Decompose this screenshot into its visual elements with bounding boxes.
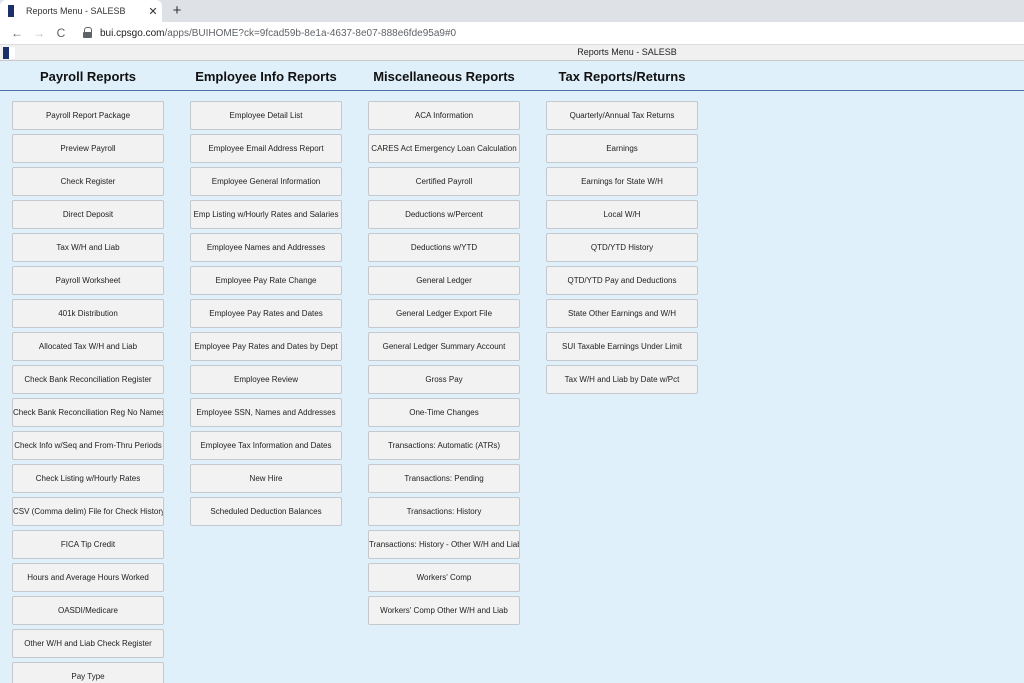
app-titlebar: Reports Menu - SALESB (0, 45, 1024, 61)
forward-arrow-icon[interactable]: → (28, 26, 50, 40)
tab-title: Reports Menu - SALESB (26, 6, 126, 16)
tax-reports-returns-column: Quarterly/Annual Tax Returns Earnings Earn… (546, 101, 698, 398)
url-field[interactable]: bui.cpsgo.com/apps/BUIHOME?ck=9fcad59b-8… (100, 28, 456, 39)
report-button[interactable]: Employee Pay Rates and Dates by Dept (190, 332, 342, 361)
report-button[interactable]: Employee Pay Rates and Dates (190, 299, 342, 328)
report-button[interactable]: Workers' Comp (368, 563, 520, 592)
report-button[interactable]: General Ledger Export File (368, 299, 520, 328)
report-button[interactable]: Employee Review (190, 365, 342, 394)
report-button[interactable]: Transactions: History - Other W/H and Li… (368, 530, 520, 559)
report-button[interactable]: Employee SSN, Names and Addresses (190, 398, 342, 427)
report-button[interactable]: FICA Tip Credit (12, 530, 164, 559)
report-button[interactable]: Tax W/H and Liab (12, 233, 164, 262)
report-button[interactable]: Direct Deposit (12, 200, 164, 229)
report-button[interactable]: Emp Listing w/Hourly Rates and Salaries (190, 200, 342, 229)
report-button[interactable]: Transactions: Automatic (ATRs) (368, 431, 520, 460)
report-button[interactable]: Allocated Tax W/H and Liab (12, 332, 164, 361)
report-button[interactable]: CARES Act Emergency Loan Calculation (368, 134, 520, 163)
close-tab-icon[interactable]: ✕ (144, 5, 162, 18)
report-button[interactable]: Other W/H and Liab Check Register (12, 629, 164, 658)
url-path: /apps/BUIHOME?ck=9fcad59b-8e1a-4637-8e07… (164, 27, 457, 39)
app-favicon-icon (8, 5, 20, 17)
back-arrow-icon[interactable]: ← (6, 26, 28, 40)
new-tab-button[interactable]: + (168, 2, 186, 19)
report-button[interactable]: Preview Payroll (12, 134, 164, 163)
employee-info-reports-column: Employee Detail List Employee Email Addre… (190, 101, 342, 530)
report-button[interactable]: SUI Taxable Earnings Under Limit (546, 332, 698, 361)
report-button[interactable]: Employee Detail List (190, 101, 342, 130)
report-button[interactable]: QTD/YTD History (546, 233, 698, 262)
report-button[interactable]: Employee Names and Addresses (190, 233, 342, 262)
report-button[interactable]: OASDI/Medicare (12, 596, 164, 625)
report-button[interactable]: 401k Distribution (12, 299, 164, 328)
report-button[interactable]: CSV (Comma delim) File for Check History (12, 497, 164, 526)
report-button[interactable]: QTD/YTD Pay and Deductions (546, 266, 698, 295)
lock-icon[interactable] (82, 27, 94, 39)
payroll-reports-column: Payroll Report Package Preview Payroll Che… (12, 101, 164, 683)
report-button[interactable]: Employee Pay Rate Change (190, 266, 342, 295)
address-bar: ← → C bui.cpsgo.com/apps/BUIHOME?ck=9fca… (0, 22, 1024, 45)
report-button[interactable]: Hours and Average Hours Worked (12, 563, 164, 592)
report-button[interactable]: Check Listing w/Hourly Rates (12, 464, 164, 493)
reports-menu: Payroll Reports Employee Info Reports Mi… (0, 61, 1024, 683)
heading-miscellaneous-reports: Miscellaneous Reports (373, 69, 515, 84)
report-button[interactable]: Check Bank Reconciliation Reg No Names (12, 398, 164, 427)
report-button[interactable]: Earnings (546, 134, 698, 163)
url-host: bui.cpsgo.com (100, 27, 165, 39)
app-title: Reports Menu - SALESB (577, 47, 677, 57)
report-button[interactable]: Local W/H (546, 200, 698, 229)
report-button[interactable]: Payroll Worksheet (12, 266, 164, 295)
report-button[interactable]: Employee Email Address Report (190, 134, 342, 163)
report-button[interactable]: New Hire (190, 464, 342, 493)
report-button[interactable]: Deductions w/Percent (368, 200, 520, 229)
report-button[interactable]: State Other Earnings and W/H (546, 299, 698, 328)
heading-employee-info-reports: Employee Info Reports (195, 69, 337, 84)
report-button[interactable]: Check Bank Reconciliation Register (12, 365, 164, 394)
report-button[interactable]: One-Time Changes (368, 398, 520, 427)
report-button[interactable]: Employee General Information (190, 167, 342, 196)
report-button[interactable]: Scheduled Deduction Balances (190, 497, 342, 526)
report-button[interactable]: Transactions: Pending (368, 464, 520, 493)
browser-tab[interactable]: Reports Menu - SALESB ✕ (0, 0, 162, 22)
report-button[interactable]: Check Register (12, 167, 164, 196)
miscellaneous-reports-column: ACA Information CARES Act Emergency Loan … (368, 101, 520, 629)
report-button[interactable]: Deductions w/YTD (368, 233, 520, 262)
report-button[interactable]: Check Info w/Seq and From-Thru Periods (12, 431, 164, 460)
column-headings: Payroll Reports Employee Info Reports Mi… (0, 69, 1024, 91)
report-button[interactable]: General Ledger Summary Account (368, 332, 520, 361)
report-button[interactable]: Employee Tax Information and Dates (190, 431, 342, 460)
report-button[interactable]: Transactions: History (368, 497, 520, 526)
reload-icon[interactable]: C (50, 26, 72, 40)
report-button[interactable]: Quarterly/Annual Tax Returns (546, 101, 698, 130)
heading-payroll-reports: Payroll Reports (39, 69, 137, 84)
report-button[interactable]: Gross Pay (368, 365, 520, 394)
report-button[interactable]: Tax W/H and Liab by Date w/Pct (546, 365, 698, 394)
heading-tax-reports-returns: Tax Reports/Returns (558, 69, 686, 84)
report-button[interactable]: Workers' Comp Other W/H and Liab (368, 596, 520, 625)
report-button[interactable]: General Ledger (368, 266, 520, 295)
report-button[interactable]: Certified Payroll (368, 167, 520, 196)
report-button[interactable]: Payroll Report Package (12, 101, 164, 130)
report-button[interactable]: Pay Type (12, 662, 164, 683)
report-button[interactable]: Earnings for State W/H (546, 167, 698, 196)
browser-tabbar: Reports Menu - SALESB ✕ + (0, 0, 1024, 22)
report-button[interactable]: ACA Information (368, 101, 520, 130)
